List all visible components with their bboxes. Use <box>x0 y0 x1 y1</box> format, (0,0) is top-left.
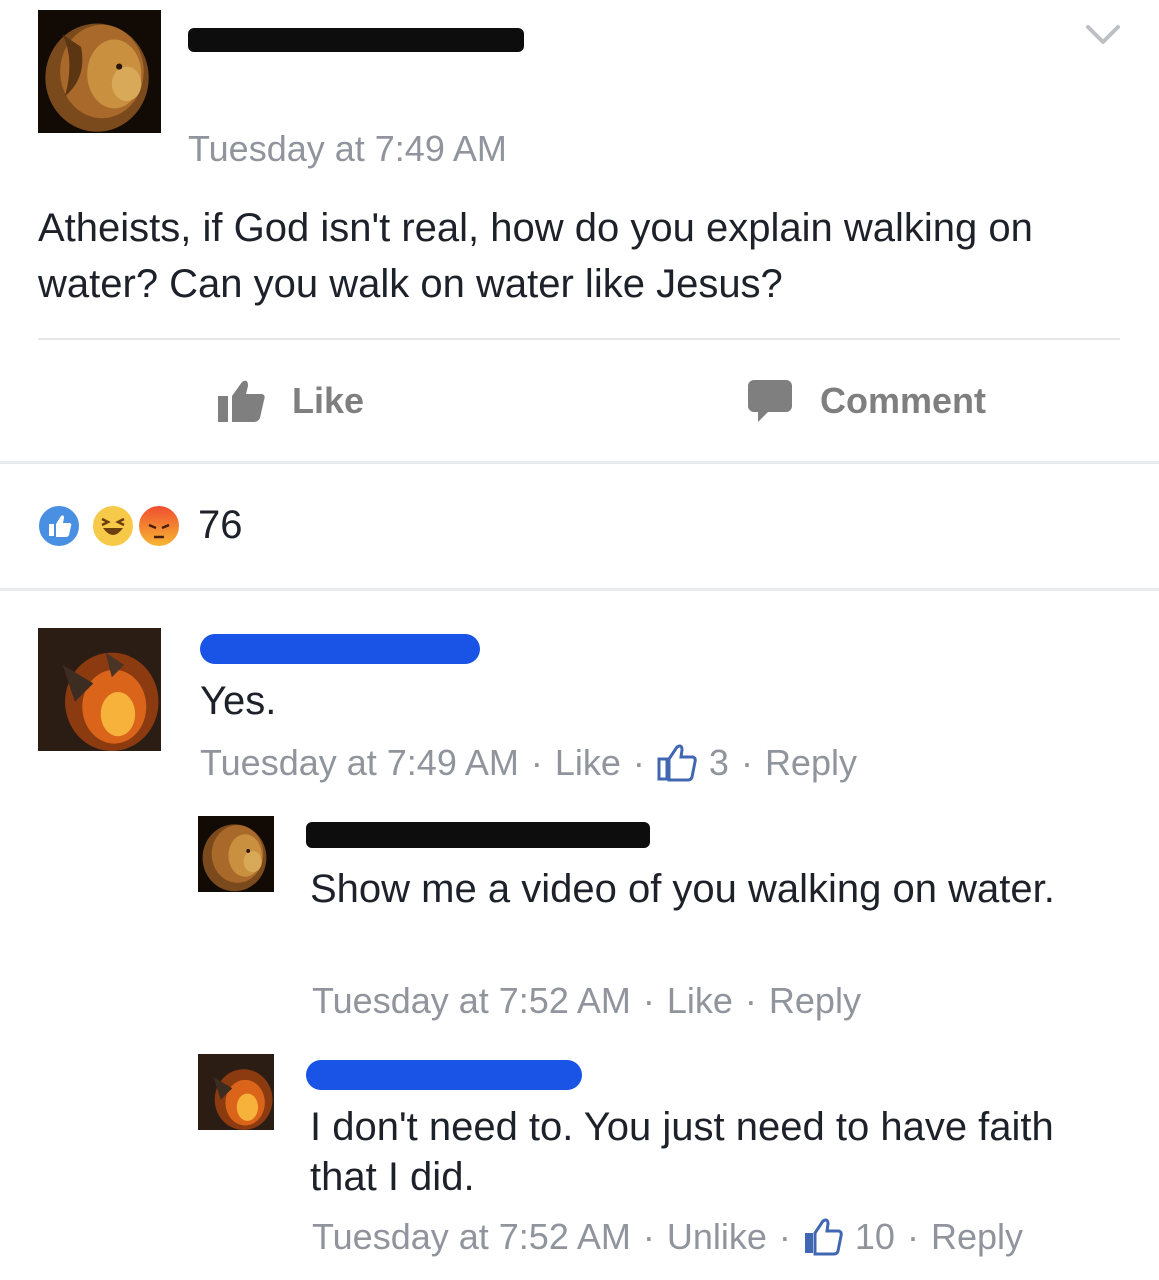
commenter-name-redacted <box>200 634 480 664</box>
angry-reaction-icon <box>136 503 182 549</box>
commenter-avatar[interactable] <box>38 628 161 751</box>
separator-dot: · <box>744 980 757 1021</box>
reply-like-count[interactable]: 10 <box>855 1216 895 1258</box>
separator-dot: · <box>642 1216 655 1257</box>
reply-unlike-link[interactable]: Unlike <box>667 1216 767 1258</box>
comment-like-count[interactable]: 3 <box>709 742 729 784</box>
separator-dot: · <box>530 742 543 783</box>
reaction-count[interactable]: 76 <box>198 503 243 548</box>
comment-bubble-icon <box>748 380 792 422</box>
section-divider <box>0 588 1159 591</box>
comment-text: Yes. <box>200 679 277 723</box>
reply-text: Show me a video of you walking on water. <box>310 867 1055 911</box>
fire-avatar-icon <box>198 1054 274 1130</box>
reply-meta: Tuesday at 7:52 AM · Like · Reply <box>312 980 861 1022</box>
like-count-icon <box>804 1218 843 1256</box>
comment-reply-link[interactable]: Reply <box>765 742 857 784</box>
separator-dot: · <box>642 980 655 1021</box>
reply-author-avatar[interactable] <box>198 816 274 892</box>
reply-reply-link[interactable]: Reply <box>769 980 861 1022</box>
separator-dot: · <box>906 1216 919 1257</box>
reply-author-name-redacted <box>306 822 650 848</box>
like-button-label: Like <box>292 380 365 421</box>
author-avatar[interactable] <box>38 10 161 133</box>
separator-dot: · <box>740 742 753 783</box>
divider <box>38 338 1120 340</box>
separator-dot: · <box>778 1216 791 1257</box>
reply-timestamp[interactable]: Tuesday at 7:52 AM <box>312 980 631 1022</box>
separator-dot: · <box>632 742 645 783</box>
section-divider <box>0 461 1159 464</box>
reply-like-link[interactable]: Like <box>667 980 733 1022</box>
fire-avatar-icon <box>38 628 161 751</box>
chevron-down-icon[interactable] <box>1085 22 1121 48</box>
post-text: Atheists, if God isn't real, how do you … <box>38 206 1033 306</box>
comment-button[interactable]: Comment <box>746 378 986 424</box>
comment-like-link[interactable]: Like <box>555 742 621 784</box>
like-button[interactable]: Like <box>216 378 364 424</box>
lion-avatar-icon <box>198 816 274 892</box>
like-reaction-icon <box>36 503 82 549</box>
haha-reaction-icon <box>90 503 136 549</box>
reply-reply-link[interactable]: Reply <box>931 1216 1023 1258</box>
reply-timestamp[interactable]: Tuesday at 7:52 AM <box>312 1216 631 1258</box>
reply-text: I don't need to. You just need to have f… <box>310 1105 1054 1199</box>
like-count-icon <box>657 744 697 782</box>
lion-avatar-icon <box>38 10 161 133</box>
comment-timestamp[interactable]: Tuesday at 7:49 AM <box>200 742 519 784</box>
comment-button-label: Comment <box>820 380 987 421</box>
thumbs-up-icon <box>218 380 265 422</box>
author-name-redacted <box>188 28 524 52</box>
post-timestamp[interactable]: Tuesday at 7:49 AM <box>188 128 507 170</box>
reply-meta: Tuesday at 7:52 AM · Unlike · 10 · Reply <box>312 1216 1023 1258</box>
reply-author-name-redacted <box>306 1060 582 1090</box>
comment-meta: Tuesday at 7:49 AM · Like · 3 · Reply <box>200 742 857 784</box>
reply-author-avatar[interactable] <box>198 1054 274 1130</box>
